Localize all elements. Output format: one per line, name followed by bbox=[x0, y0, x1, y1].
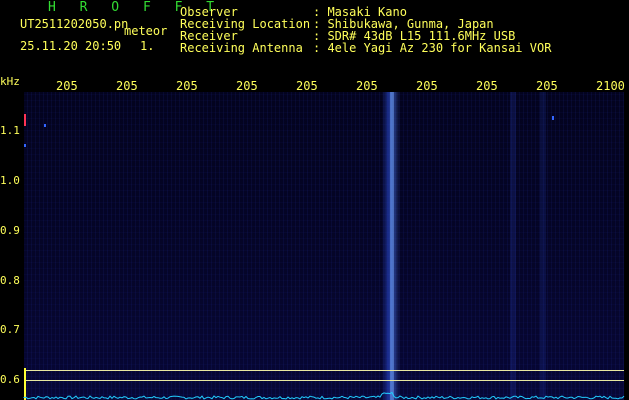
signal-trace bbox=[23, 391, 625, 400]
